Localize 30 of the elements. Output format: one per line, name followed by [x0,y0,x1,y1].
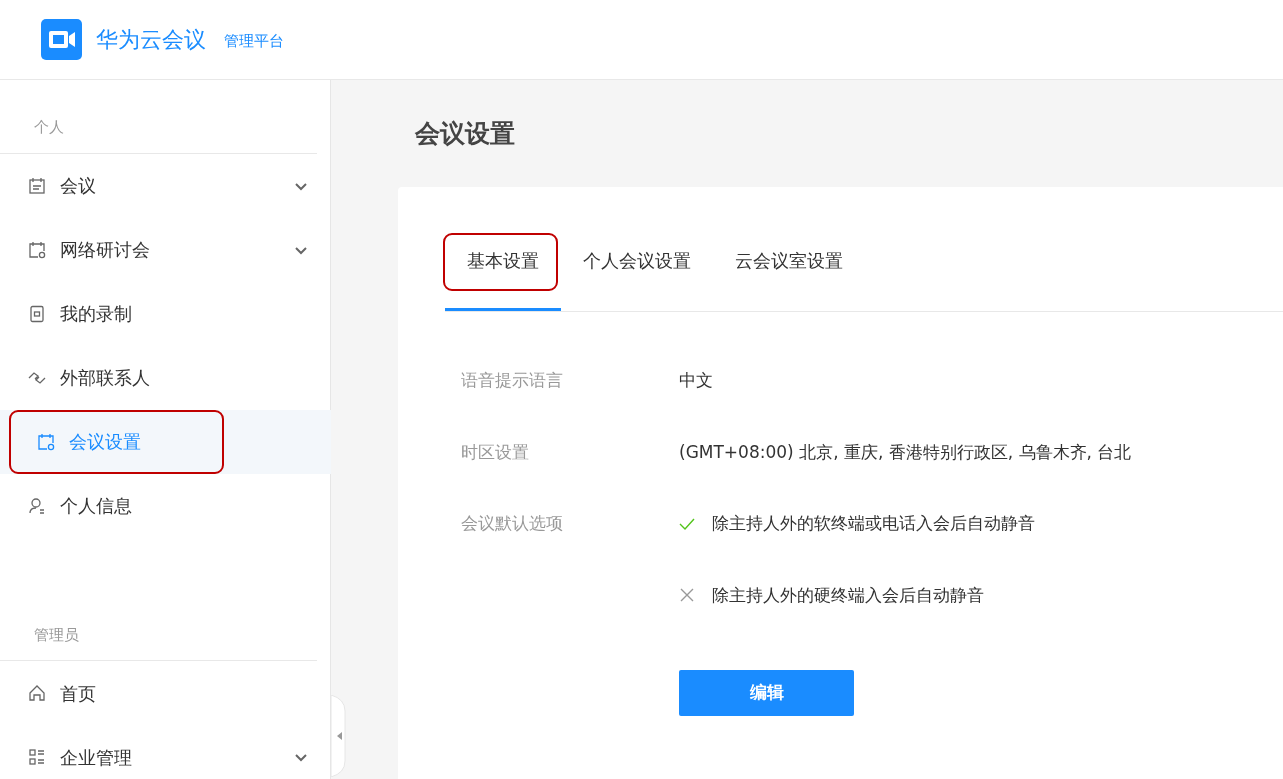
page-title: 会议设置 [414,118,516,150]
calendar-gear-icon [28,240,46,259]
video-camera-logo-icon [41,19,82,60]
sidebar-item[interactable]: 我的录制 [0,281,330,346]
sidebar-item[interactable]: 会议 [0,153,330,218]
setting-label: 时区设置 [461,440,530,464]
calendar-gear-icon [37,432,55,451]
option-text: 除主持人外的硬终端入会后自动静音 [712,583,984,607]
section-heading: 管理员 [0,587,317,661]
sidebar-item[interactable]: 首页 [0,661,330,725]
sidebar-item[interactable]: 企业管理 [0,725,330,779]
product-subtitle: 管理平台 [224,31,284,53]
product-name: 华为云会议 [96,26,206,54]
setting-value: (GMT+08:00) 北京, 重庆, 香港特别行政区, 乌鲁木齐, 台北 [679,440,1132,464]
section-heading: 个人 [0,80,317,154]
calendar-icon [28,176,46,195]
user-icon [28,496,46,515]
tab[interactable]: 云会议室设置 [713,233,865,311]
document-icon [28,304,46,323]
tab[interactable]: 基本设置 [445,233,561,311]
home-icon [28,684,46,702]
setting-label: 语音提示语言 [461,369,564,392]
setting-value: 中文 [679,369,713,392]
sidebar-item[interactable]: 外部联系人 [0,345,330,410]
option-text: 除主持人外的软终端或电话入会后自动静音 [712,512,1035,535]
tab[interactable]: 个人会议设置 [561,233,713,311]
setting-label: 会议默认选项 [461,512,564,535]
list-icon [28,748,46,766]
sidebar-item[interactable]: 网络研讨会 [0,217,330,282]
sidebar-item[interactable]: 个人信息 [0,473,330,538]
